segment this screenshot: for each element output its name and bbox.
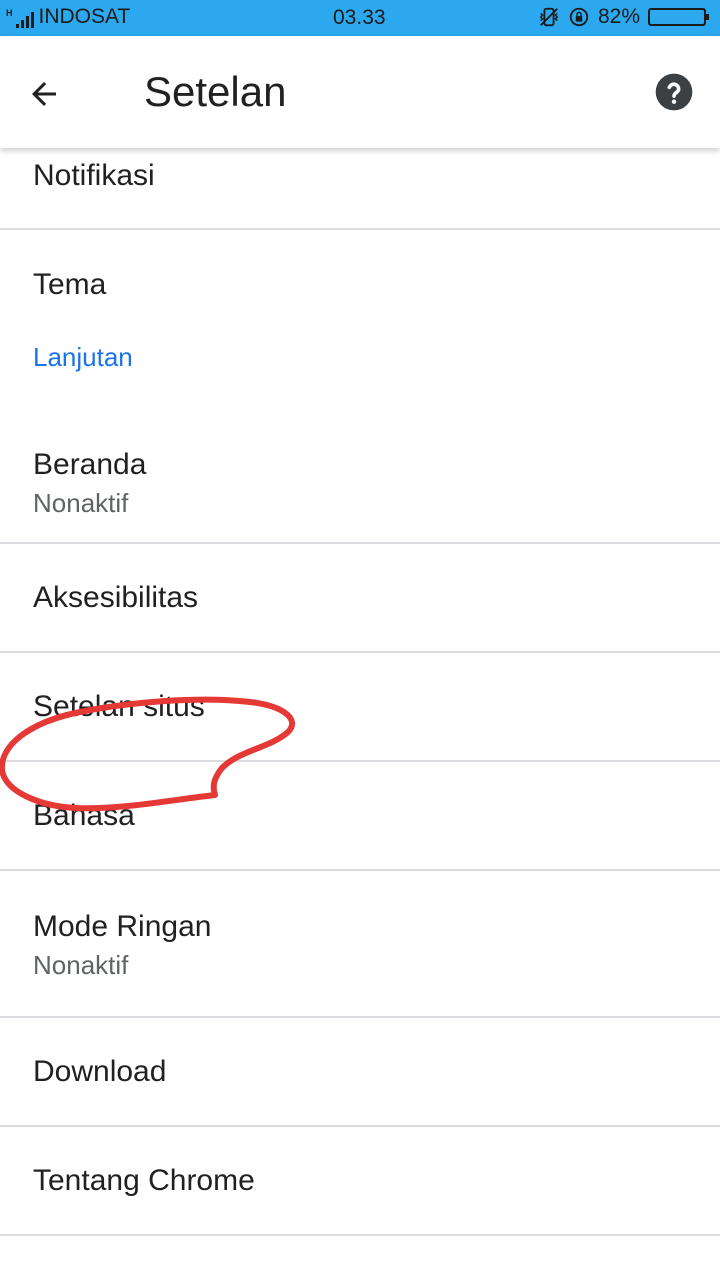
settings-item-label: Notifikasi (33, 159, 155, 192)
signal-icon (15, 12, 34, 28)
status-time: 03.33 (333, 6, 386, 29)
settings-item-lite-mode[interactable]: Mode Ringan Nonaktif (0, 871, 720, 1016)
help-button[interactable] (654, 72, 694, 112)
settings-item-homepage[interactable]: Beranda Nonaktif (0, 417, 720, 542)
settings-item-site-settings[interactable]: Setelan situs (0, 653, 720, 760)
back-button[interactable] (26, 66, 86, 122)
settings-item-label: Aksesibilitas (33, 581, 199, 614)
settings-item-about-chrome[interactable]: Tentang Chrome (0, 1127, 720, 1234)
battery-icon (648, 8, 709, 26)
status-bar: H INDOSAT 03.33 82% (0, 0, 720, 36)
settings-item-theme[interactable]: Tema (0, 230, 720, 337)
rotation-lock-icon (569, 7, 589, 27)
settings-item-downloads[interactable]: Download (0, 1018, 720, 1125)
carrier-name: INDOSAT (38, 5, 131, 28)
network-type-label: H (6, 8, 13, 18)
settings-item-accessibility[interactable]: Aksesibilitas (0, 544, 720, 651)
settings-item-notifications[interactable]: Notifikasi (0, 148, 720, 228)
vibrate-icon (539, 7, 559, 27)
status-bar-right: 82% (538, 6, 710, 28)
help-icon (655, 73, 693, 111)
section-header-advanced: Lanjutan (33, 342, 133, 372)
settings-item-label: Mode Ringan (33, 910, 212, 943)
settings-item-label: Download (33, 1055, 167, 1088)
page-title: Setelan (144, 68, 287, 115)
app-bar: Setelan (0, 36, 720, 148)
settings-item-languages[interactable]: Bahasa (0, 762, 720, 869)
settings-item-label: Tentang Chrome (33, 1164, 255, 1197)
settings-list: Notifikasi Tema Lanjutan Beranda Nonakti… (0, 148, 720, 1236)
settings-item-status: Nonaktif (33, 950, 129, 980)
settings-item-label: Tema (33, 268, 107, 301)
settings-item-label: Beranda (33, 448, 147, 481)
battery-percent: 82% (597, 5, 640, 28)
settings-item-label: Setelan situs (33, 690, 205, 723)
settings-item-label: Bahasa (33, 799, 135, 832)
status-bar-left: H INDOSAT (6, 6, 130, 28)
arrow-back-icon (32, 82, 56, 106)
settings-item-status: Nonaktif (33, 488, 129, 518)
divider (0, 1234, 720, 1236)
